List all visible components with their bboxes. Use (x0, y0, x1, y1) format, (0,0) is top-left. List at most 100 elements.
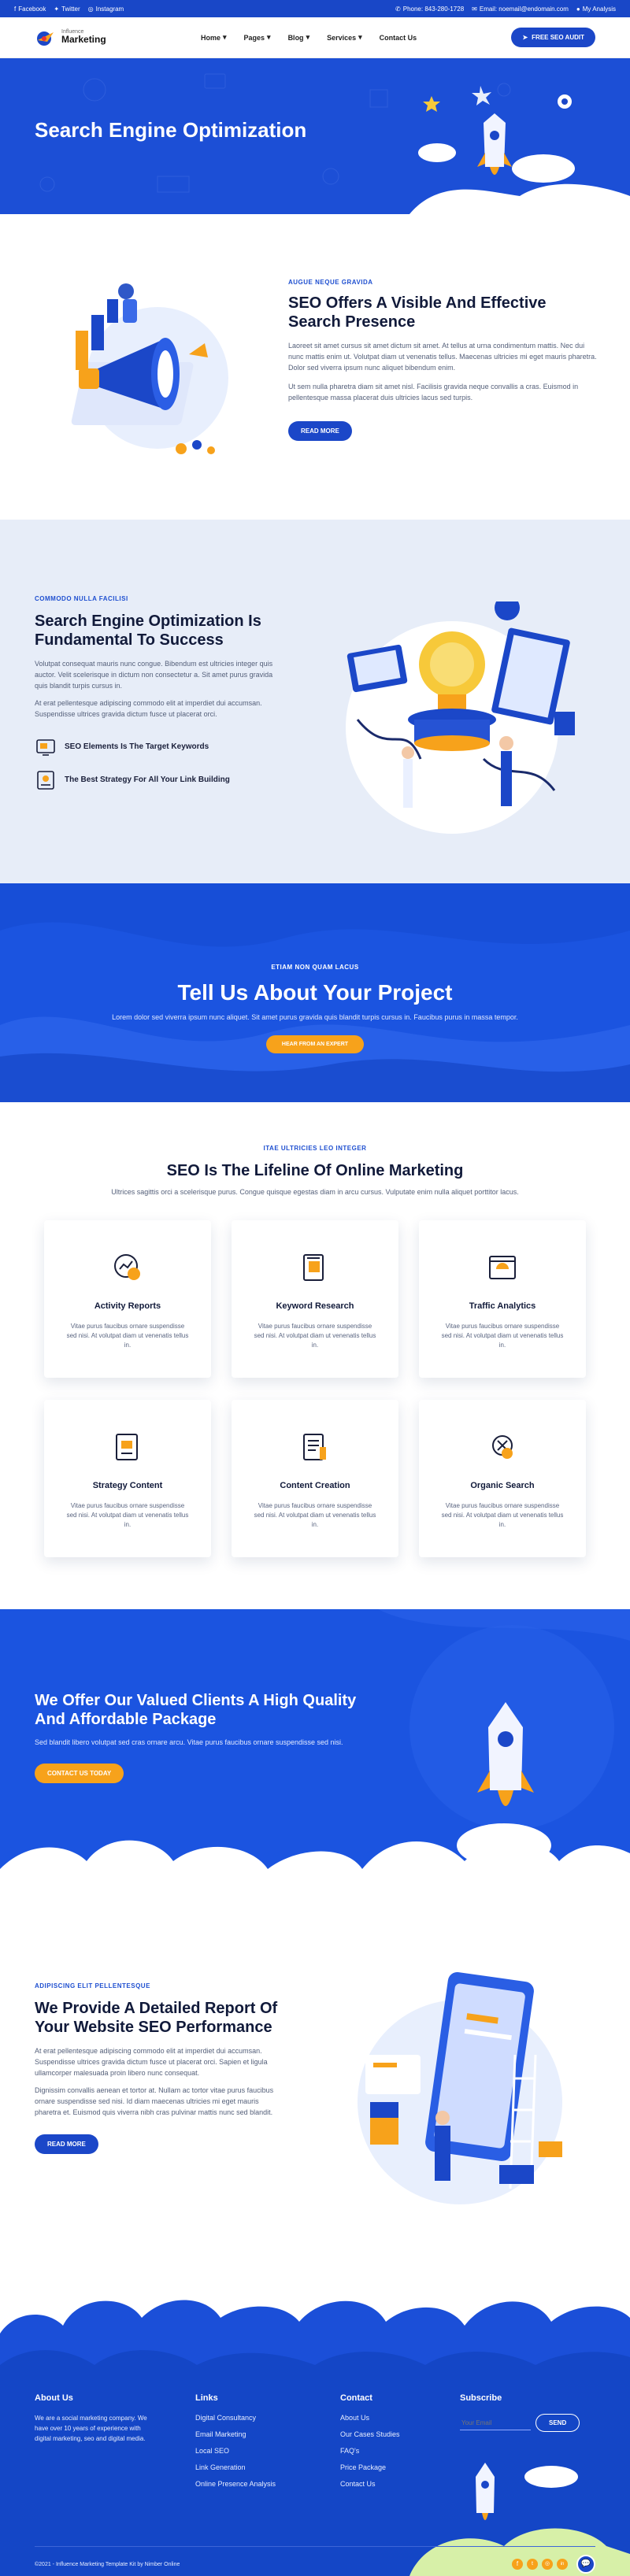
phone-icon: ✆ (395, 5, 401, 13)
card-title: Activity Reports (94, 1301, 161, 1311)
top-bar: f Facebook ✦ Twitter ◎ Instagram ✆ Phone: 84… (0, 0, 630, 17)
strategy-content-icon (116, 1434, 138, 1460)
nav-menu: Home ▾ Pages ▾ Blog ▾ Services ▾ Contact Us (201, 33, 417, 42)
email-info[interactable]: ✉ Email: noemail@endomain.com (472, 6, 569, 13)
card-title: Content Creation (280, 1481, 350, 1490)
chevron-down-icon: ▾ (306, 33, 310, 41)
read-more-button[interactable]: READ MORE (35, 2134, 98, 2154)
instagram-icon: ◎ (87, 5, 94, 13)
mail-icon: ✉ (472, 5, 477, 13)
lightbulb-illustration (346, 601, 575, 834)
service-card[interactable]: Traffic Analytics Vitae purus faucibus o… (419, 1220, 586, 1378)
section-title: SEO Offers A Visible And Effective Searc… (288, 294, 547, 331)
card-title: Traffic Analytics (469, 1301, 536, 1311)
logo-icon (37, 31, 54, 46)
facebook-icon[interactable]: f (512, 2559, 523, 2570)
strategy-icon (37, 770, 54, 790)
footer-link[interactable]: Local SEO (195, 2447, 313, 2455)
nav-item-home[interactable]: Home ▾ (201, 33, 227, 42)
send-button[interactable]: SEND (536, 2414, 580, 2432)
package-section: We Offer Our Valued Clients A High Quali… (0, 1609, 630, 1916)
read-more-button[interactable]: READ MORE (288, 420, 352, 441)
card-description: Vitae purus faucibus ornare suspendisse … (254, 1501, 376, 1528)
free-seo-audit-button[interactable]: ➤ FREE SEO AUDIT (511, 28, 595, 47)
section-paragraph: Laoreet sit amet cursus sit amet dictum … (288, 342, 597, 372)
service-card[interactable]: Organic Search Vitae purus faucibus orna… (419, 1400, 586, 1557)
linkedin-icon[interactable]: in (557, 2559, 568, 2570)
section-description: Ultrices sagittis orci a scelerisque pur… (111, 1188, 519, 1196)
section-kicker: ADIPISCING ELIT PELLENTESQUE (35, 1982, 150, 1989)
facebook-link[interactable]: f Facebook (14, 6, 46, 13)
chevron-down-icon: ▾ (222, 33, 227, 41)
subscribe-column: Subscribe SEND (460, 2393, 602, 2432)
section-description: Lorem dolor sed viverra ipsum nunc aliqu… (112, 1013, 518, 1021)
footer-link[interactable]: Digital Consultancy (195, 2414, 313, 2422)
twitter-link[interactable]: ✦ Twitter (54, 6, 80, 13)
section-kicker: ETIAM NON QUAM LACUS (271, 964, 359, 971)
about-text: We are a social marketing company. We ha… (35, 2415, 147, 2442)
card-title: Strategy Content (92, 1481, 163, 1490)
report-section: ADIPISCING ELIT PELLENTESQUE We Provide … (0, 1916, 630, 2278)
footer-link[interactable]: Link Generation (195, 2463, 313, 2471)
footer-heading: Contact (340, 2393, 372, 2403)
footer-link[interactable]: Online Presence Analysis (195, 2480, 313, 2488)
copyright-text: ©2021 - Influence Marketing Template Kit… (35, 2561, 180, 2567)
twitter-icon[interactable]: t (527, 2559, 538, 2570)
feature-item: SEO Elements Is The Target Keywords (35, 736, 279, 758)
footer-link[interactable]: Price Package (340, 2463, 435, 2471)
content-creation-icon (303, 1434, 326, 1460)
chat-icon[interactable]: 💬 (576, 2555, 595, 2574)
feature-label: SEO Elements Is The Target Keywords (65, 742, 209, 752)
service-card[interactable]: Strategy Content Vitae purus faucibus or… (44, 1400, 211, 1557)
account-link[interactable]: ● My Analysis (576, 6, 616, 13)
footer-bottom: ©2021 - Influence Marketing Template Kit… (35, 2546, 595, 2574)
user-icon: ● (576, 5, 580, 13)
service-card[interactable]: Content Creation Vitae purus faucibus or… (232, 1400, 398, 1557)
section-paragraph: Volutpat consequat mauris nunc congue. B… (35, 660, 273, 690)
card-description: Vitae purus faucibus ornare suspendisse … (441, 1322, 564, 1349)
section-title: We Provide A Detailed Report Of Your Web… (35, 2000, 278, 2036)
nav-item-blog[interactable]: Blog ▾ (288, 33, 310, 42)
report-illustration (358, 1972, 562, 2204)
main-nav: Influence Marketing Home ▾ Pages ▾ Blog ▾ S… (0, 17, 630, 58)
footer-link[interactable]: About Us (340, 2414, 435, 2422)
footer-heading: Subscribe (460, 2393, 502, 2403)
card-description: Vitae purus faucibus ornare suspendisse … (254, 1322, 376, 1349)
footer-link[interactable]: Our Cases Studies (340, 2430, 435, 2438)
service-card[interactable]: Activity Reports Vitae purus faucibus or… (44, 1220, 211, 1378)
footer-link[interactable]: Email Marketing (195, 2430, 313, 2438)
section-paragraph: Ut sem nulla pharetra diam sit amet nisl… (288, 382, 579, 402)
nav-item-contact[interactable]: Contact Us (380, 33, 417, 42)
phone-info: ✆ Phone: 843-280-1728 (395, 5, 465, 13)
nav-item-services[interactable]: Services ▾ (327, 33, 362, 42)
feature-label: The Best Strategy For All Your Link Buil… (65, 775, 230, 785)
service-card[interactable]: Keyword Research Vitae purus faucibus or… (232, 1220, 398, 1378)
fundamental-section: COMMODO NULLA FACILISI Search Engine Opt… (0, 520, 630, 883)
hear-from-expert-button[interactable]: HEAR FROM AN EXPERT (265, 1035, 365, 1053)
card-description: Vitae purus faucibus ornare suspendisse … (66, 1322, 189, 1349)
nav-item-pages[interactable]: Pages ▾ (244, 33, 271, 42)
card-title: Keyword Research (276, 1301, 354, 1311)
page-title: Search Engine Optimization (35, 118, 307, 142)
keywords-icon (36, 738, 55, 756)
footer-link[interactable]: FAQ's (340, 2447, 435, 2455)
section-title: Tell Us About Your Project (177, 980, 453, 1005)
section-paragraph: At erat pellentesque adipiscing commodo … (35, 2047, 268, 2077)
megaphone-illustration (71, 283, 228, 454)
instagram-link[interactable]: ◎ Instagram (88, 6, 124, 13)
contact-us-today-button[interactable]: CONTACT US TODAY (35, 1764, 124, 1784)
instagram-icon[interactable]: ◎ (542, 2559, 553, 2570)
traffic-analytics-icon (489, 1256, 516, 1279)
section-kicker: ITAE ULTRICIES LEO INTEGER (263, 1145, 367, 1152)
hero-banner: Search Engine Optimization (0, 58, 630, 214)
card-description: Vitae purus faucibus ornare suspendisse … (66, 1501, 189, 1528)
logo-bottom-text: Marketing (61, 34, 106, 46)
logo[interactable]: Influence Marketing (35, 29, 106, 46)
section-kicker: AUGUE NEQUE GRAVIDA (288, 279, 373, 286)
footer-link[interactable]: Contact Us (340, 2480, 435, 2488)
section-description: Sed blandit libero volutpat sed cras orn… (35, 1738, 343, 1746)
section-title: Search Engine Optimization Is Fundamenta… (35, 613, 261, 649)
project-cta-section: ETIAM NON QUAM LACUS Tell Us About Your … (0, 883, 630, 1102)
subscribe-email-input[interactable] (460, 2415, 531, 2430)
feature-item: The Best Strategy For All Your Link Buil… (35, 769, 279, 791)
